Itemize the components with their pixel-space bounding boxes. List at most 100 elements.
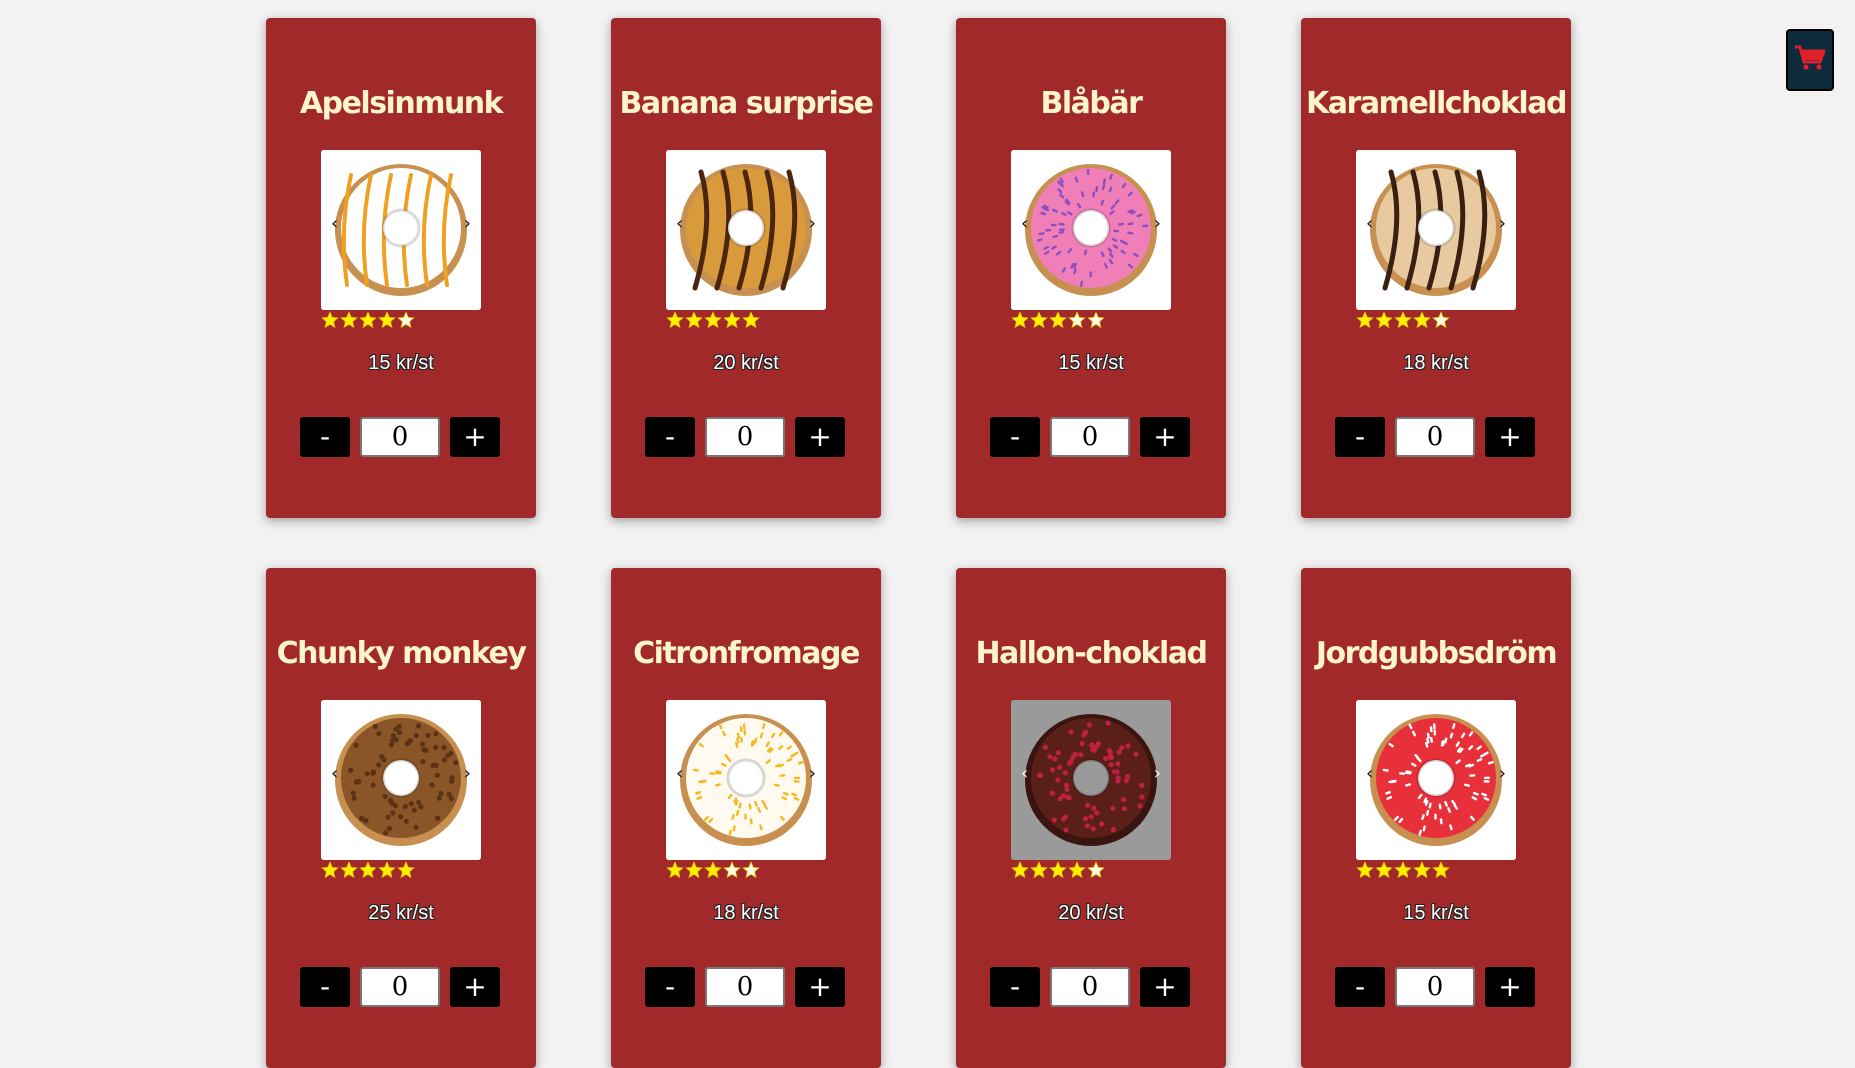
star-icon [321, 311, 339, 329]
star-icon [742, 861, 760, 879]
chevron-left-icon[interactable]: ‹ [1021, 214, 1028, 234]
product-title: Chunky monkey [276, 636, 527, 671]
star-icon [1011, 311, 1029, 329]
product-card: Apelsinmunk‹›15 kr/st-+ [266, 18, 536, 518]
decrease-quantity-button[interactable]: - [645, 417, 695, 457]
product-title: Citronfromage [633, 636, 860, 671]
star-icon [704, 861, 722, 879]
chevron-left-icon[interactable]: ‹ [1366, 214, 1373, 234]
chevron-right-icon[interactable]: › [1154, 214, 1161, 234]
quantity-stepper: -+ [645, 417, 845, 457]
product-price: 20 kr/st [1058, 902, 1124, 924]
product-image: ‹ › [666, 150, 826, 310]
cart-button[interactable] [1786, 29, 1834, 91]
star-icon [1030, 311, 1048, 329]
star-icon [397, 861, 415, 879]
chevron-right-icon[interactable]: › [464, 764, 471, 784]
product-title: Jordgubbsdröm [1315, 636, 1558, 671]
quantity-stepper: -+ [990, 967, 1190, 1007]
star-icon [1394, 311, 1412, 329]
chevron-right-icon[interactable]: › [1499, 764, 1506, 784]
chevron-right-icon[interactable]: › [464, 214, 471, 234]
chevron-right-icon[interactable]: › [809, 214, 816, 234]
chevron-right-icon[interactable]: › [1154, 764, 1161, 784]
increase-quantity-button[interactable]: + [1485, 417, 1535, 457]
product-title: Banana surprise [619, 86, 874, 121]
chevron-left-icon[interactable]: ‹ [676, 214, 683, 234]
increase-quantity-button[interactable]: + [1140, 967, 1190, 1007]
product-grid: Apelsinmunk‹›15 kr/st-+Banana surprise‹›… [266, 18, 1571, 1068]
star-icon [321, 861, 339, 879]
star-icon [1087, 861, 1105, 879]
decrease-quantity-button[interactable]: - [645, 967, 695, 1007]
quantity-input[interactable] [1395, 417, 1475, 457]
star-icon [1432, 861, 1450, 879]
quantity-input[interactable] [1395, 967, 1475, 1007]
star-icon [1068, 861, 1086, 879]
chevron-left-icon[interactable]: ‹ [331, 214, 338, 234]
product-price: 25 kr/st [368, 902, 434, 924]
product-price: 15 kr/st [1403, 902, 1469, 924]
star-icon [1413, 861, 1431, 879]
product-price: 20 kr/st [713, 352, 779, 374]
product-image: ‹ › [1356, 700, 1516, 860]
chevron-left-icon[interactable]: ‹ [331, 764, 338, 784]
product-image: ‹ › [321, 150, 481, 310]
star-icon [666, 861, 684, 879]
increase-quantity-button[interactable]: + [1485, 967, 1535, 1007]
star-icon [704, 311, 722, 329]
increase-quantity-button[interactable]: + [795, 417, 845, 457]
rating-stars [1011, 311, 1105, 329]
decrease-quantity-button[interactable]: - [300, 967, 350, 1007]
star-icon [1087, 311, 1105, 329]
rating-stars [321, 311, 415, 329]
chevron-right-icon[interactable]: › [1499, 214, 1506, 234]
rating-stars [1011, 861, 1105, 879]
star-icon [1049, 311, 1067, 329]
star-icon [723, 861, 741, 879]
star-icon [1011, 861, 1029, 879]
decrease-quantity-button[interactable]: - [1335, 967, 1385, 1007]
quantity-stepper: -+ [300, 967, 500, 1007]
decrease-quantity-button[interactable]: - [300, 417, 350, 457]
product-title: Apelsinmunk [299, 86, 504, 121]
increase-quantity-button[interactable]: + [795, 967, 845, 1007]
product-card: Chunky monkey‹›25 kr/st-+ [266, 568, 536, 1068]
shopping-cart-icon [1794, 44, 1826, 76]
quantity-stepper: -+ [645, 967, 845, 1007]
star-icon [1068, 311, 1086, 329]
star-icon [1049, 861, 1067, 879]
star-icon [378, 311, 396, 329]
rating-stars [666, 861, 760, 879]
chevron-left-icon[interactable]: ‹ [1021, 764, 1028, 784]
star-icon [1375, 311, 1393, 329]
rating-stars [666, 311, 760, 329]
chevron-left-icon[interactable]: ‹ [1366, 764, 1373, 784]
product-price: 15 kr/st [1058, 352, 1124, 374]
quantity-input[interactable] [1050, 967, 1130, 1007]
product-price: 18 kr/st [1403, 352, 1469, 374]
decrease-quantity-button[interactable]: - [990, 967, 1040, 1007]
quantity-input[interactable] [705, 417, 785, 457]
quantity-input[interactable] [705, 967, 785, 1007]
star-icon [685, 311, 703, 329]
quantity-input[interactable] [360, 417, 440, 457]
increase-quantity-button[interactable]: + [450, 967, 500, 1007]
chevron-left-icon[interactable]: ‹ [676, 764, 683, 784]
star-icon [685, 861, 703, 879]
quantity-input[interactable] [360, 967, 440, 1007]
decrease-quantity-button[interactable]: - [990, 417, 1040, 457]
increase-quantity-button[interactable]: + [450, 417, 500, 457]
product-image: ‹ › [1011, 150, 1171, 310]
star-icon [1394, 861, 1412, 879]
chevron-right-icon[interactable]: › [809, 764, 816, 784]
increase-quantity-button[interactable]: + [1140, 417, 1190, 457]
quantity-stepper: -+ [990, 417, 1190, 457]
product-title: Blåbär [1040, 86, 1143, 121]
quantity-stepper: -+ [1335, 967, 1535, 1007]
quantity-input[interactable] [1050, 417, 1130, 457]
star-icon [1432, 311, 1450, 329]
rating-stars [1356, 861, 1450, 879]
decrease-quantity-button[interactable]: - [1335, 417, 1385, 457]
star-icon [397, 311, 415, 329]
